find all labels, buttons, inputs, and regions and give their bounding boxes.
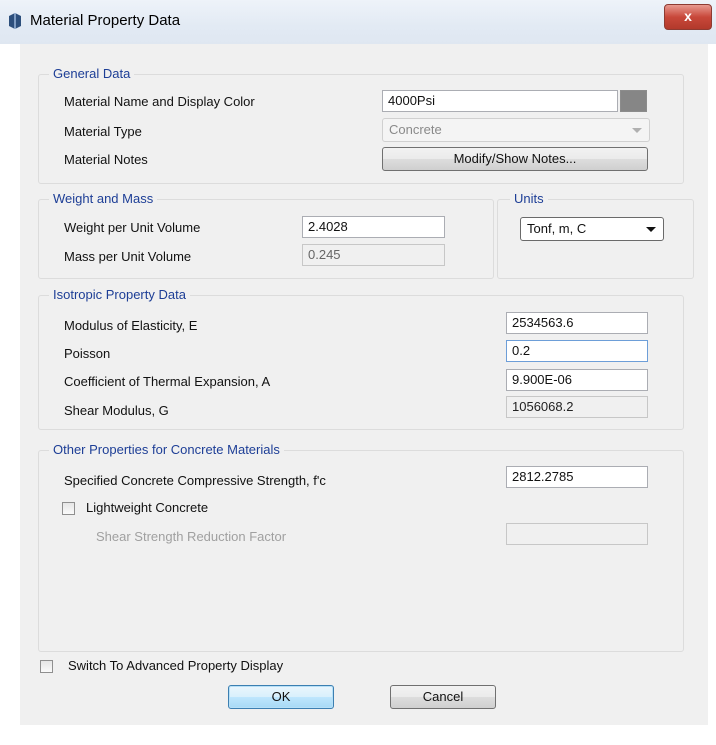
material-type-label: Material Type <box>64 124 142 139</box>
window-title: Material Property Data <box>30 12 181 29</box>
chevron-down-icon <box>632 128 642 133</box>
shear-modulus-label: Shear Modulus, G <box>64 403 169 418</box>
modulus-label: Modulus of Elasticity, E <box>64 318 198 333</box>
mass-per-volume-field: 0.245 <box>302 244 445 266</box>
material-type-value: Concrete <box>389 122 442 137</box>
app-icon <box>9 13 21 29</box>
compressive-strength-input[interactable]: 2812.2785 <box>506 466 648 488</box>
dialog-body: General Data Material Name and Display C… <box>20 44 708 725</box>
poisson-label: Poisson <box>64 346 111 361</box>
compressive-strength-label: Specified Concrete Compressive Strength,… <box>64 473 326 488</box>
chevron-down-icon <box>646 227 656 232</box>
close-button[interactable]: x <box>664 4 712 30</box>
title-bar[interactable]: Material Property Data x <box>0 0 716 44</box>
poisson-input[interactable]: 0.2 <box>506 340 648 362</box>
concrete-legend: Other Properties for Concrete Materials <box>49 442 284 457</box>
thermal-expansion-input[interactable]: 9.900E-06 <box>506 369 648 391</box>
shear-reduction-label: Shear Strength Reduction Factor <box>96 529 287 544</box>
material-type-select[interactable]: Concrete <box>382 118 650 142</box>
weight-mass-legend: Weight and Mass <box>49 191 158 206</box>
material-name-input[interactable]: 4000Psi <box>382 90 618 112</box>
general-data-legend: General Data <box>49 66 135 81</box>
units-select[interactable]: Tonf, m, C <box>520 217 664 241</box>
lightweight-concrete-label[interactable]: Lightweight Concrete <box>86 500 208 515</box>
material-property-dialog: Material Property Data x General Data Ma… <box>0 0 716 745</box>
units-value: Tonf, m, C <box>527 221 587 236</box>
material-notes-label: Material Notes <box>64 152 148 167</box>
weight-mass-group: Weight and Mass <box>38 191 494 279</box>
thermal-expansion-label: Coefficient of Thermal Expansion, A <box>64 374 271 389</box>
close-icon: x <box>684 8 692 24</box>
modulus-input[interactable]: 2534563.6 <box>506 312 648 334</box>
display-color-swatch[interactable] <box>620 90 647 112</box>
weight-per-volume-input[interactable]: 2.4028 <box>302 216 445 238</box>
weight-per-volume-label: Weight per Unit Volume <box>64 220 201 235</box>
shear-reduction-field <box>506 523 648 545</box>
advanced-display-label[interactable]: Switch To Advanced Property Display <box>68 658 283 673</box>
material-name-label: Material Name and Display Color <box>64 94 255 109</box>
modify-notes-button[interactable]: Modify/Show Notes... <box>382 147 648 171</box>
shear-modulus-field: 1056068.2 <box>506 396 648 418</box>
cancel-button[interactable]: Cancel <box>390 685 496 709</box>
mass-per-volume-label: Mass per Unit Volume <box>64 249 192 264</box>
isotropic-legend: Isotropic Property Data <box>49 287 190 302</box>
advanced-display-checkbox[interactable] <box>40 660 53 673</box>
units-legend: Units <box>510 191 548 206</box>
lightweight-concrete-checkbox[interactable] <box>62 502 75 515</box>
ok-button[interactable]: OK <box>228 685 334 709</box>
